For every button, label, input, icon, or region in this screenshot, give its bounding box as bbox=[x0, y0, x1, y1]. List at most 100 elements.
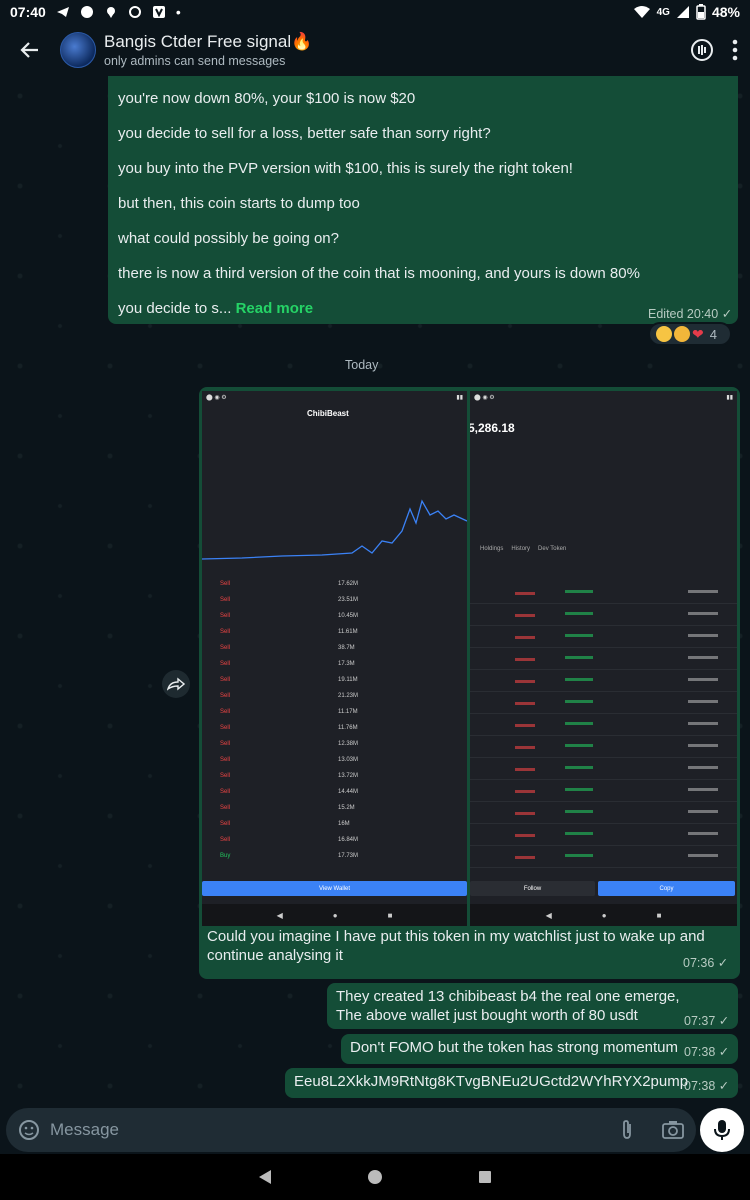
profit-cell bbox=[565, 832, 593, 835]
system-nav-bar bbox=[0, 1154, 750, 1200]
status-bar: 07:40 • 4G 48% bbox=[0, 0, 750, 24]
price-chart bbox=[202, 499, 467, 560]
screenshot-image-left[interactable]: ⬤ ◉ ⚙ ▮▮ ChibiBeast Sell 17.62M Sell 23.51M S… bbox=[202, 391, 467, 926]
wallet-tabs: Holdings History Dev Token bbox=[480, 546, 566, 552]
more-options-icon[interactable] bbox=[732, 39, 738, 61]
holding-row bbox=[470, 696, 737, 714]
trade-row: Sell 10.45M bbox=[202, 613, 467, 629]
forward-button[interactable] bbox=[162, 670, 190, 698]
trade-row: Buy 17.73M bbox=[202, 853, 467, 869]
trade-type: Sell bbox=[220, 677, 231, 683]
tab-history[interactable]: History bbox=[511, 546, 530, 552]
unrealized-cell bbox=[515, 636, 535, 639]
back-button[interactable] bbox=[0, 24, 60, 76]
message-input[interactable] bbox=[50, 1120, 618, 1140]
profit-cell bbox=[565, 854, 593, 857]
avatar[interactable] bbox=[60, 32, 96, 68]
trade-type: Sell bbox=[220, 805, 231, 811]
trade-row: Sell 17.3M bbox=[202, 661, 467, 677]
voice-chat-icon[interactable] bbox=[690, 38, 714, 62]
check-icon: ✓ bbox=[718, 1045, 730, 1059]
trade-row: Sell 15.2M bbox=[202, 805, 467, 821]
message-bubble[interactable]: They created 13 chibibeast b4 the real o… bbox=[327, 983, 738, 1029]
edited-time: Edited 20:40 bbox=[648, 307, 719, 321]
trade-type: Sell bbox=[220, 741, 231, 747]
trade-amount: 11.76M bbox=[338, 725, 358, 731]
profit-cell bbox=[565, 678, 593, 681]
message-line: but then, this coin starts to dump too bbox=[118, 195, 360, 212]
message-time: 07:38 bbox=[684, 1079, 716, 1093]
trade-type: Sell bbox=[220, 789, 231, 795]
telegram-icon bbox=[56, 7, 69, 17]
chat-title-area[interactable]: Bangis Ctder Free signal🔥 only admins ca… bbox=[104, 32, 312, 68]
tab-holdings[interactable]: Holdings bbox=[480, 546, 503, 552]
trade-row: Sell 16.84M bbox=[202, 837, 467, 853]
unrealized-cell bbox=[515, 812, 535, 815]
laugh-emoji-icon bbox=[656, 326, 672, 342]
message-bubble[interactable]: Eeu8L2XkkJM9RtNtg8KTvgBNEu2UGctd2WYhRYX2… bbox=[285, 1068, 738, 1098]
trade-row: Sell 16M bbox=[202, 821, 467, 837]
balance-cell bbox=[688, 612, 718, 615]
profit-cell bbox=[565, 766, 593, 769]
profit-cell bbox=[565, 612, 593, 615]
heart-icon: ❤ bbox=[692, 325, 704, 342]
copy-button[interactable]: Copy bbox=[598, 881, 735, 896]
trade-type: Sell bbox=[220, 693, 231, 699]
chat-subtitle: only admins can send messages bbox=[104, 54, 286, 68]
holding-row bbox=[470, 586, 737, 604]
screenshot-image-right[interactable]: ⬤ ◉ ⚙ ▮▮ 5,286.18 Holdings History Dev To… bbox=[470, 391, 737, 926]
trade-amount: 38.7M bbox=[338, 645, 355, 651]
holding-row bbox=[470, 828, 737, 846]
balance-cell bbox=[688, 656, 718, 659]
signal-icon bbox=[676, 6, 689, 18]
trade-type: Sell bbox=[220, 581, 231, 587]
token-title: ChibiBeast bbox=[307, 409, 349, 418]
dot-icon: • bbox=[175, 4, 181, 20]
trade-row: Sell 13.72M bbox=[202, 773, 467, 789]
follow-button[interactable]: Follow bbox=[470, 881, 595, 896]
balance-value: 5,286.18 bbox=[470, 421, 515, 435]
unrealized-cell bbox=[515, 834, 535, 837]
media-caption: Could you imagine I have put this token … bbox=[207, 928, 705, 964]
message-meta: 07:38 ✓ bbox=[684, 1044, 729, 1059]
trade-row: Sell 11.61M bbox=[202, 629, 467, 645]
trade-row: Sell 17.62M bbox=[202, 581, 467, 597]
mic-button[interactable] bbox=[700, 1108, 744, 1152]
trade-type: Buy bbox=[220, 853, 231, 859]
composer-pill[interactable] bbox=[6, 1108, 696, 1152]
long-message-bubble[interactable]: you're now down 80%, your $100 is now $2… bbox=[108, 76, 738, 324]
media-message-bubble[interactable]: ⬤ ◉ ⚙ ▮▮ ChibiBeast Sell 17.62M Sell 23.51M S… bbox=[199, 387, 740, 979]
holding-row bbox=[470, 652, 737, 670]
tab-dev-token[interactable]: Dev Token bbox=[538, 546, 566, 552]
message-line: there is now a third version of the coin… bbox=[118, 265, 640, 282]
arrow-left-icon bbox=[20, 42, 38, 58]
unrealized-cell bbox=[515, 724, 535, 727]
message-time: 07:36 bbox=[683, 956, 715, 970]
holding-row bbox=[470, 674, 737, 692]
nav-back-icon[interactable] bbox=[258, 1169, 272, 1185]
chat-area[interactable]: you're now down 80%, your $100 is now $2… bbox=[0, 76, 750, 1102]
balance-cell bbox=[688, 766, 718, 769]
sticker-icon[interactable] bbox=[18, 1119, 40, 1141]
camera-icon[interactable] bbox=[662, 1120, 684, 1140]
trade-row: Sell 21.23M bbox=[202, 693, 467, 709]
reactions-count: 4 bbox=[709, 326, 717, 342]
message-time: 07:38 bbox=[684, 1045, 716, 1059]
read-more-link[interactable]: Read more bbox=[236, 300, 314, 317]
message-bubble[interactable]: Don't FOMO but the token has strong mome… bbox=[341, 1034, 738, 1064]
mini-nav-bar: ◀ ● ■ bbox=[470, 904, 737, 926]
unrealized-cell bbox=[515, 768, 535, 771]
nav-home-icon[interactable] bbox=[367, 1169, 383, 1185]
composer-bar bbox=[0, 1102, 750, 1154]
trade-type: Sell bbox=[220, 661, 231, 667]
message-line: They created 13 chibibeast b4 the real o… bbox=[336, 988, 680, 1005]
profit-cell bbox=[565, 656, 593, 659]
holding-row bbox=[470, 784, 737, 802]
attach-icon[interactable] bbox=[618, 1119, 636, 1141]
unrealized-cell bbox=[515, 658, 535, 661]
nav-recents-icon[interactable] bbox=[478, 1170, 492, 1184]
view-wallet-button[interactable]: View Wallet bbox=[202, 881, 467, 896]
trade-type: Sell bbox=[220, 709, 231, 715]
reactions-pill[interactable]: ❤ 4 bbox=[648, 322, 732, 346]
balance-cell bbox=[688, 810, 718, 813]
